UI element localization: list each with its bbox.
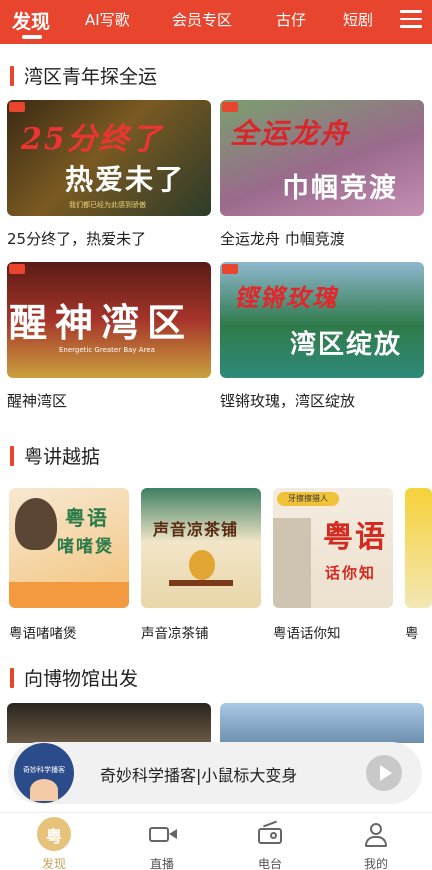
podcast-card[interactable]: 粤语 啫啫煲 粤语啫啫煲 <box>9 488 129 642</box>
play-icon[interactable] <box>366 755 402 791</box>
section-accent-bar <box>10 65 14 86</box>
table-decoration <box>169 580 233 586</box>
podcast-thumbnail: 声音凉茶铺 <box>141 488 261 608</box>
live-camera-icon <box>145 817 179 851</box>
thumbnail-badge <box>222 264 238 274</box>
video-caption: 醒神湾区 <box>7 392 68 410</box>
video-thumbnail: 醒神湾区 Energetic Greater Bay Area <box>7 262 211 378</box>
section-title: 湾区青年探全运 <box>24 66 158 88</box>
video-caption: 25分终了，热爱未了 <box>7 230 147 248</box>
radio-icon <box>253 817 287 851</box>
video-card[interactable]: 铿锵玫瑰 湾区绽放 铿锵玫瑰，湾区绽放 <box>220 262 424 411</box>
tab-discover[interactable]: 发现 <box>12 7 50 34</box>
section-header-cantonese: 粤讲越掂 <box>10 442 100 469</box>
tab-bar-label: 直播 <box>149 857 174 870</box>
profile-icon <box>359 817 393 851</box>
video-thumbnail-partial[interactable] <box>7 703 211 743</box>
video-card[interactable]: 25分终了 热爱未了 我们都已经为此感到骄傲 25分终了，热爱未了 <box>7 100 211 249</box>
player-cover-art[interactable]: 奇妙科学播客 <box>14 743 74 803</box>
thumbnail-badge <box>9 102 25 112</box>
podcast-thumbnail: 粤语 啫啫煲 <box>9 488 129 608</box>
section-accent-bar <box>10 667 14 688</box>
cover-text: 奇妙科学播客 <box>23 766 65 774</box>
tab-bar-item-mine[interactable]: 我的 <box>346 817 406 870</box>
thumbnail-subtitle: 啫啫煲 <box>57 537 114 557</box>
building-decoration <box>273 518 311 608</box>
podcast-thumbnail: 牙擦擦猎人 粤语 话你知 <box>273 488 393 608</box>
top-nav-bar: 发现 AI写歌 会员专区 古仔 短剧 <box>0 0 432 44</box>
thumbnail-title: 声音凉茶铺 <box>153 520 239 539</box>
thumbnail-title: 粤语 <box>323 520 387 555</box>
video-thumbnail: 铿锵玫瑰 湾区绽放 <box>220 262 424 378</box>
podcast-card[interactable]: 声音凉茶铺 声音凉茶铺 <box>141 488 261 642</box>
thumbnail-caption: 我们都已经为此感到骄傲 <box>69 201 146 209</box>
tab-bar-label: 电台 <box>257 857 282 870</box>
podcast-card[interactable]: 粤 <box>405 488 432 642</box>
tab-short-drama[interactable]: 短剧 <box>343 9 373 30</box>
section-title: 向博物馆出发 <box>24 668 139 690</box>
podcast-caption: 粤语话你知 <box>273 626 341 642</box>
discover-icon: 粤 <box>37 817 71 851</box>
video-card[interactable]: 全运龙舟 巾帼竞渡 全运龙舟 巾帼竞渡 <box>220 100 424 249</box>
thumbnail-title: 醒神湾区 <box>9 300 194 345</box>
thumbnail-caption: Energetic Greater Bay Area <box>59 346 155 354</box>
player-title: 奇妙科学播客|小鼠标大变身 <box>100 766 298 785</box>
thumbnail-title: 粤语 <box>65 506 109 530</box>
thumbnail-subtitle: 热爱未了 <box>65 163 186 196</box>
video-card[interactable]: 醒神湾区 Energetic Greater Bay Area 醒神湾区 <box>7 262 211 411</box>
tab-bar-item-discover[interactable]: 粤 发现 <box>24 817 84 870</box>
tab-bar-label: 我的 <box>363 857 388 870</box>
tab-stories[interactable]: 古仔 <box>276 9 306 30</box>
brand-badge: 牙擦擦猎人 <box>277 492 339 506</box>
podcast-caption: 粤语啫啫煲 <box>9 626 77 642</box>
mini-player[interactable]: 奇妙科学播客 奇妙科学播客|小鼠标大变身 <box>8 742 422 804</box>
section-header-bay-area: 湾区青年探全运 <box>10 62 157 89</box>
thumbnail-badge <box>222 102 238 112</box>
thumbnail-badge <box>9 264 25 274</box>
tab-bar-item-radio[interactable]: 电台 <box>240 817 300 870</box>
menu-icon[interactable] <box>400 10 422 32</box>
tab-ai-song[interactable]: AI写歌 <box>85 9 130 30</box>
tab-bar-item-live[interactable]: 直播 <box>132 817 192 870</box>
podcast-caption: 粤 <box>405 626 419 642</box>
thumbnail-subtitle: 话你知 <box>325 564 377 582</box>
podcast-card[interactable]: 牙擦擦猎人 粤语 话你知 粤语话你知 <box>273 488 393 642</box>
thumbnail-title: 25分终了 <box>21 122 163 157</box>
thumbnail-decoration <box>9 582 129 608</box>
section-accent-bar <box>10 445 14 466</box>
podcast-caption: 声音凉茶铺 <box>141 626 209 642</box>
video-thumbnail-partial[interactable] <box>220 703 424 743</box>
tab-member-zone[interactable]: 会员专区 <box>172 9 232 30</box>
tab-bar-label: 发现 <box>41 857 66 870</box>
thumbnail-subtitle: 巾帼竞渡 <box>282 173 398 204</box>
video-caption: 全运龙舟 巾帼竞渡 <box>220 230 345 248</box>
section-title: 粤讲越掂 <box>24 446 101 468</box>
bottom-tab-bar: 粤 发现 直播 电台 我的 <box>0 812 432 870</box>
video-thumbnail: 25分终了 热爱未了 我们都已经为此感到骄傲 <box>7 100 211 216</box>
thumbnail-title: 铿锵玫瑰 <box>234 283 338 312</box>
host-portrait <box>15 498 57 550</box>
podcast-thumbnail <box>405 488 432 608</box>
gourd-icon <box>189 550 215 580</box>
section-header-museum: 向博物馆出发 <box>10 664 138 691</box>
video-caption: 铿锵玫瑰，湾区绽放 <box>220 392 356 410</box>
host-avatar <box>30 779 58 801</box>
thumbnail-title: 全运龙舟 <box>230 117 351 150</box>
active-tab-indicator <box>22 35 42 39</box>
thumbnail-subtitle: 湾区绽放 <box>290 330 403 360</box>
video-thumbnail: 全运龙舟 巾帼竞渡 <box>220 100 424 216</box>
